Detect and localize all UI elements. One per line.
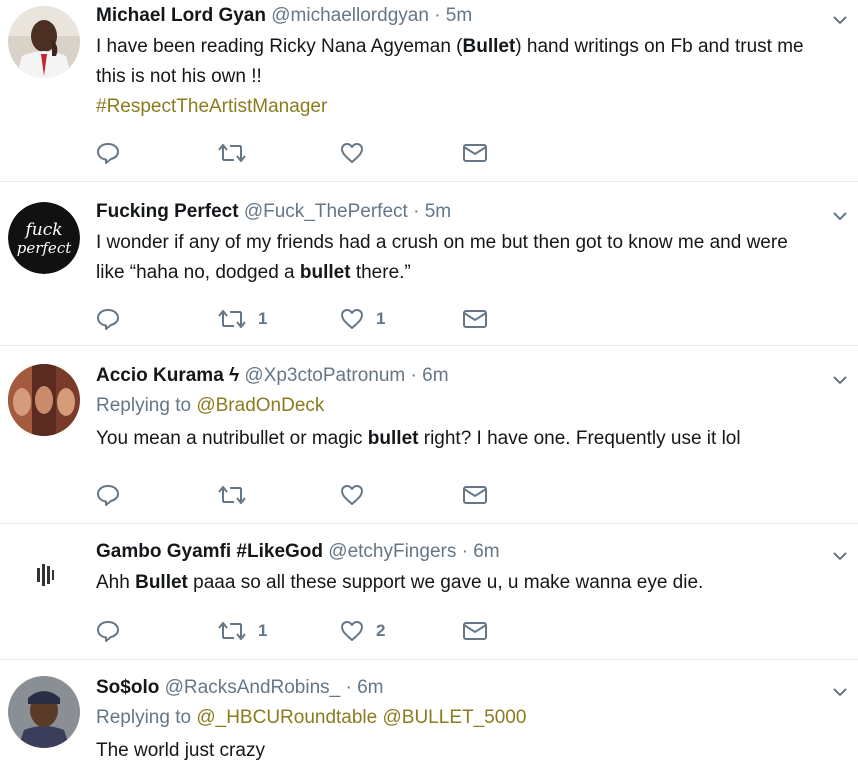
avatar[interactable] (8, 6, 80, 78)
chevron-down-icon[interactable] (832, 12, 848, 28)
tweet-actions: 1 1 (96, 308, 584, 330)
tweet[interactable]: Accio Kurama ϟ @Xp3ctoPatronum · 6m Repl… (0, 346, 858, 524)
avatar-logo-text: fuck (23, 220, 62, 240)
highlight-term: bullet (367, 428, 419, 449)
separator: · (413, 201, 420, 222)
tweet[interactable]: fuck perfect Fucking Perfect @Fuck_ThePe… (0, 182, 858, 346)
message-icon (463, 486, 487, 504)
reply-icon (97, 143, 119, 164)
separator: · (410, 365, 417, 386)
message-icon (463, 622, 487, 640)
chevron-down-icon[interactable] (832, 684, 848, 700)
like-icon (341, 621, 363, 641)
tweet-header: Gambo Gyamfi #LikeGod @etchyFingers · 6m (96, 540, 818, 564)
timestamp[interactable]: 6m (422, 365, 448, 386)
reply-icon (97, 621, 119, 642)
tweet-actions: 1 2 (96, 620, 584, 642)
like-button[interactable]: 2 (340, 620, 462, 642)
direct-message-button[interactable] (462, 485, 584, 505)
display-name[interactable]: Accio Kurama (96, 365, 224, 386)
tweet[interactable]: Michael Lord Gyan @michaellordgyan · 5m … (0, 0, 858, 182)
replying-to: Replying to @_HBCURoundtable @BULLET_500… (96, 707, 527, 728)
mention-link[interactable]: @BradOnDeck (196, 395, 324, 416)
reply-icon (97, 309, 119, 330)
tweet-text: The world just crazy (96, 740, 265, 761)
tweet-text: Ahh Bullet paaa so all these support we … (96, 572, 704, 593)
timestamp[interactable]: 5m (425, 201, 451, 222)
display-name[interactable]: Michael Lord Gyan (96, 5, 266, 26)
timestamp[interactable]: 5m (446, 5, 472, 26)
retweet-button[interactable]: 1 (218, 620, 340, 642)
user-handle[interactable]: @michaellordgyan (271, 5, 429, 26)
reply-button[interactable] (96, 484, 218, 506)
separator: · (345, 677, 352, 698)
direct-message-button[interactable] (462, 143, 584, 163)
like-icon (341, 485, 363, 505)
like-icon (341, 309, 363, 329)
separator: · (461, 541, 468, 562)
chevron-down-icon[interactable] (832, 372, 848, 388)
like-button[interactable]: 1 (340, 308, 462, 330)
user-handle[interactable]: @Xp3ctoPatronum (244, 365, 405, 386)
message-icon (463, 310, 487, 328)
reply-button[interactable] (96, 308, 218, 330)
highlight-term: bullet (299, 262, 351, 283)
chevron-down-icon[interactable] (832, 208, 848, 224)
separator: · (434, 5, 441, 26)
retweet-button[interactable] (218, 142, 340, 164)
tweet-header: Accio Kurama ϟ @Xp3ctoPatronum · 6m (96, 364, 818, 388)
user-handle[interactable]: @Fuck_ThePerfect (244, 201, 408, 222)
display-name[interactable]: Fucking Perfect (96, 201, 239, 222)
tweet[interactable]: Gambo Gyamfi #LikeGod @etchyFingers · 6m… (0, 524, 858, 660)
tweet-text: I wonder if any of my friends had a crus… (96, 232, 788, 283)
retweet-count: 1 (258, 621, 268, 640)
like-count: 2 (376, 621, 386, 640)
direct-message-button[interactable] (462, 621, 584, 641)
svg-text:perfect: perfect (17, 239, 72, 257)
tweet-actions (96, 142, 584, 164)
user-handle[interactable]: @etchyFingers (328, 541, 456, 562)
display-name[interactable]: So$olo (96, 677, 159, 698)
highlight-term: Bullet (462, 36, 516, 57)
tweet-feed: Michael Lord Gyan @michaellordgyan · 5m … (0, 0, 858, 777)
timestamp[interactable]: 6m (357, 677, 383, 698)
replying-to: Replying to @BradOnDeck (96, 395, 325, 416)
direct-message-button[interactable] (462, 309, 584, 329)
name-symbol: ϟ (229, 365, 240, 386)
hashtag-link[interactable]: #RespectTheArtistManager (96, 96, 327, 117)
like-icon (341, 143, 363, 163)
message-icon (463, 144, 487, 162)
tweet-text: You mean a nutribullet or magic bullet r… (96, 428, 741, 449)
like-button[interactable] (340, 142, 462, 164)
retweet-count: 1 (258, 309, 268, 328)
retweet-icon (218, 622, 246, 640)
mention-link[interactable]: @_HBCURoundtable @BULLET_5000 (196, 707, 526, 728)
tweet-text: I have been reading Ricky Nana Agyeman (… (96, 36, 804, 117)
retweet-icon (218, 486, 246, 504)
reply-button[interactable] (96, 620, 218, 642)
tweet-header: Fucking Perfect @Fuck_ThePerfect · 5m (96, 200, 818, 224)
retweet-button[interactable] (218, 484, 340, 506)
timestamp[interactable]: 6m (473, 541, 499, 562)
avatar[interactable] (8, 364, 80, 436)
reply-button[interactable] (96, 142, 218, 164)
user-handle[interactable]: @RacksAndRobins_ (165, 677, 341, 698)
like-button[interactable] (340, 484, 462, 506)
reply-icon (97, 485, 119, 506)
tweet-header: Michael Lord Gyan @michaellordgyan · 5m (96, 4, 818, 28)
chevron-down-icon[interactable] (832, 548, 848, 564)
like-count: 1 (376, 309, 386, 328)
tweet-header: So$olo @RacksAndRobins_ · 6m (96, 676, 818, 700)
avatar[interactable]: fuck perfect (8, 202, 80, 274)
retweet-icon (218, 144, 246, 162)
highlight-term: Bullet (135, 572, 188, 593)
avatar[interactable] (8, 538, 80, 610)
retweet-icon (218, 310, 246, 328)
tweet-actions (96, 484, 584, 506)
tweet[interactable]: So$olo @RacksAndRobins_ · 6m Replying to… (0, 660, 858, 777)
display-name[interactable]: Gambo Gyamfi #LikeGod (96, 541, 323, 562)
retweet-button[interactable]: 1 (218, 308, 340, 330)
avatar[interactable] (8, 676, 80, 748)
